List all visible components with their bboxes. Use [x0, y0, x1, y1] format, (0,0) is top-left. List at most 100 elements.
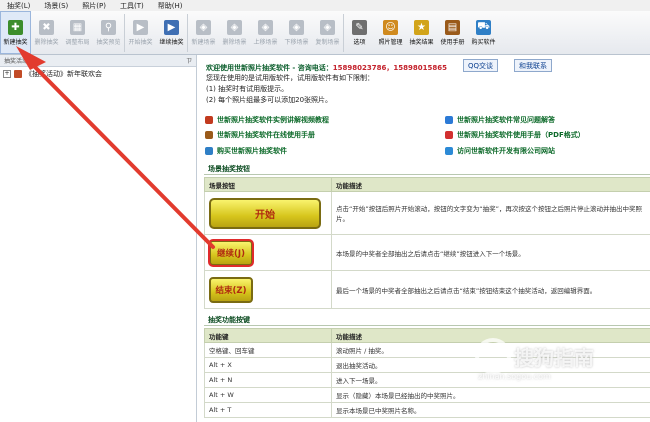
table-cell: Alt + W [204, 387, 332, 403]
toolbar-button-5[interactable]: ▶ 继续抽奖 [156, 11, 187, 54]
toolbar-button-1[interactable]: ✖ 删除抽奖 [31, 11, 62, 54]
toolbar-button-13[interactable]: ★ 抽奖结果 [406, 11, 437, 54]
table-row: Alt + T 显示本场景已中奖照片名称。 [204, 402, 650, 418]
table-row: 开始 点击“开始”按钮后照片开始滚动，按钮的文字变为“抽奖”，再次按这个按钮之后… [204, 191, 650, 235]
continue-icon: ▶ [164, 19, 179, 35]
preview-icon: ⚲ [101, 19, 116, 35]
move-up-icon: ◈ [258, 19, 273, 35]
toolbar-button-14[interactable]: ▤ 使用手册 [437, 11, 468, 54]
toolbar-button-label: 继续抽奖 [159, 38, 184, 46]
info-icon [445, 116, 453, 124]
end-button-sample: 结束(Z) [209, 276, 253, 303]
activity-panel-header: 抽奖活动 ㄗ [0, 55, 196, 67]
layout-icon: ▦ [70, 19, 85, 35]
table-row: Alt + N 进入下一场景。 [204, 372, 650, 388]
table-cell: 点击“开始”按钮后照片开始滚动，按钮的文字变为“抽奖”，再次按这个按钮之后照片停… [331, 191, 650, 235]
medal-icon: ★ [414, 19, 429, 35]
continue-button-sample: 继续(J) [208, 238, 254, 267]
buy-software-link[interactable]: 购买世新照片抽奖软件 [205, 146, 287, 156]
activity-panel: 抽奖活动 ㄗ + 《抽奖活动》新年联欢会 [0, 55, 197, 422]
delete-scene-icon: ◈ [227, 19, 242, 35]
toolbar-button-label: 调整布局 [65, 38, 90, 46]
toolbar-button-3[interactable]: ⚲ 抽奖预览 [93, 11, 124, 54]
move-down-icon: ◈ [289, 19, 304, 35]
column-header: 功能键 [204, 328, 332, 343]
toolbar-button-label: 删除抽奖 [34, 38, 59, 46]
toolbar-button-label: 上移场景 [253, 38, 278, 46]
tree-item-label: 《抽奖活动》新年联欢会 [25, 70, 102, 78]
toolbar-button-label: 新建抽奖 [3, 38, 28, 46]
table-row: 继续(J) 本场景的中奖者全部抽出之后请点击“继续”按钮进入下一个场景。 [204, 234, 650, 271]
activity-panel-title: 抽奖活动 [4, 58, 29, 65]
toolbar-button-15[interactable]: ⛟ 购买软件 [468, 11, 499, 54]
start-button-sample: 开始 [209, 197, 321, 229]
table-cell: 最后一个场景的中奖者全部抽出之后请点击“结束”按钮结束这个抽奖活动，返回编辑界面… [331, 270, 650, 309]
menu-lottery[interactable]: 抽奖(L) [0, 1, 37, 11]
qq-label: QQ交谈 [468, 61, 494, 70]
toolbar-button-label: 选项 [353, 38, 366, 46]
menu-scene[interactable]: 场景(S) [37, 1, 75, 11]
tree-item-activity[interactable]: + 《抽奖活动》新年联欢会 [0, 67, 196, 81]
keys-section-title: 抽奖功能按键 [204, 314, 650, 326]
table-cell: Alt + X [204, 357, 332, 373]
toolbar-button-label: 新建场景 [191, 38, 216, 46]
menu-bar: 抽奖(L) 场景(S) 照片(P) 工具(T) 帮助(H) [0, 0, 650, 11]
table-cell: 显示本场景已中奖照片名称。 [331, 402, 650, 418]
toolbar-button-label: 照片管理 [378, 38, 403, 46]
table-cell: Alt + N [204, 372, 332, 388]
pin-icon[interactable]: ㄗ [186, 56, 192, 65]
faq-link[interactable]: 世新照片抽奖软件常见问题解答 [445, 115, 555, 125]
delete-lottery-icon: ✖ [39, 19, 54, 35]
video-tutorial-link[interactable]: 世新照片抽奖软件实例讲解视频教程 [205, 115, 329, 125]
table-cell: 空格键、回车键 [204, 342, 332, 358]
toolbar-button-label: 复制场景 [315, 38, 340, 46]
column-header: 场景按钮 [204, 177, 332, 192]
watermark-logo [475, 338, 511, 374]
scene-section-title: 场景抽奖按钮 [204, 163, 650, 175]
cart-icon: ⛟ [476, 19, 491, 35]
toolbar-button-11[interactable]: ✎ 选项 [344, 11, 375, 54]
toolbar-button-label: 抽奖预览 [96, 38, 121, 46]
toolbar-button-4[interactable]: ▶ 开始抽奖 [125, 11, 156, 54]
toolbar-button-label: 删除场景 [222, 38, 247, 46]
scene-buttons-table: 场景按钮 功能描述 开始 点击“开始”按钮后照片开始滚动，按钮的文字变为“抽奖”… [204, 177, 650, 309]
cart-icon [205, 147, 213, 155]
online-manual-link[interactable]: 世新照片抽奖软件在线使用手册 [205, 130, 315, 140]
toolbar-button-7[interactable]: ◈ 删除场景 [219, 11, 250, 54]
notice-line-3: (2) 每个照片组最多可以添加20张照片。 [206, 96, 333, 104]
menu-photo[interactable]: 照片(P) [75, 1, 113, 11]
book-icon [205, 131, 213, 139]
toolbar-button-6[interactable]: ◈ 新建场景 [188, 11, 219, 54]
toolbar-button-10[interactable]: ◈ 复制场景 [312, 11, 343, 54]
toolbar-button-8[interactable]: ◈ 上移场景 [250, 11, 281, 54]
company-site-link[interactable]: 访问世新软件开发有限公司网站 [445, 146, 555, 156]
welcome-text: 欢迎使用世新照片抽奖软件 - 咨询电话： [206, 64, 333, 72]
table-header-row: 功能键 功能描述 [204, 328, 650, 343]
people-icon: ☺ [383, 19, 398, 35]
phone-numbers: 15898023786，15898015865 [332, 64, 447, 72]
menu-help[interactable]: 帮助(H) [151, 1, 190, 11]
table-cell: 本场景的中奖者全部抽出之后请点击“继续”按钮进入下一个场景。 [331, 234, 650, 271]
copy-scene-icon: ◈ [320, 19, 335, 35]
toolbar-button-12[interactable]: ☺ 照片管理 [375, 11, 406, 54]
wrench-icon: ✎ [352, 19, 367, 35]
toolbar-button-9[interactable]: ◈ 下移场景 [281, 11, 312, 54]
toolbar-button-label: 开始抽奖 [128, 38, 153, 46]
toolbar-button-2[interactable]: ▦ 调整布局 [62, 11, 93, 54]
expand-icon[interactable]: + [3, 70, 11, 78]
menu-tools[interactable]: 工具(T) [113, 1, 151, 11]
toolbar-button-label: 购买软件 [471, 38, 496, 46]
toolbar-button-label: 使用手册 [440, 38, 465, 46]
table-row: Alt + W 显示（隐藏）本场景已经抽出的中奖照片。 [204, 387, 650, 403]
new-scene-icon: ◈ [196, 19, 211, 35]
toolbar-button-label: 抽奖结果 [409, 38, 434, 46]
play-icon: ▶ [133, 19, 148, 35]
contact-button[interactable]: 和我联系 [514, 59, 552, 72]
pdf-manual-link[interactable]: 世新照片抽奖软件使用手册（PDF格式） [445, 130, 585, 140]
pdf-icon [445, 131, 453, 139]
table-header-row: 场景按钮 功能描述 [204, 177, 650, 192]
video-icon [205, 116, 213, 124]
welcome-line: 欢迎使用世新照片抽奖软件 - 咨询电话：15898023786，15898015… [206, 63, 447, 73]
toolbar-button-0[interactable]: ✚ 新建抽奖 [0, 11, 31, 54]
qq-chat-button[interactable]: QQ交谈 [463, 59, 499, 72]
